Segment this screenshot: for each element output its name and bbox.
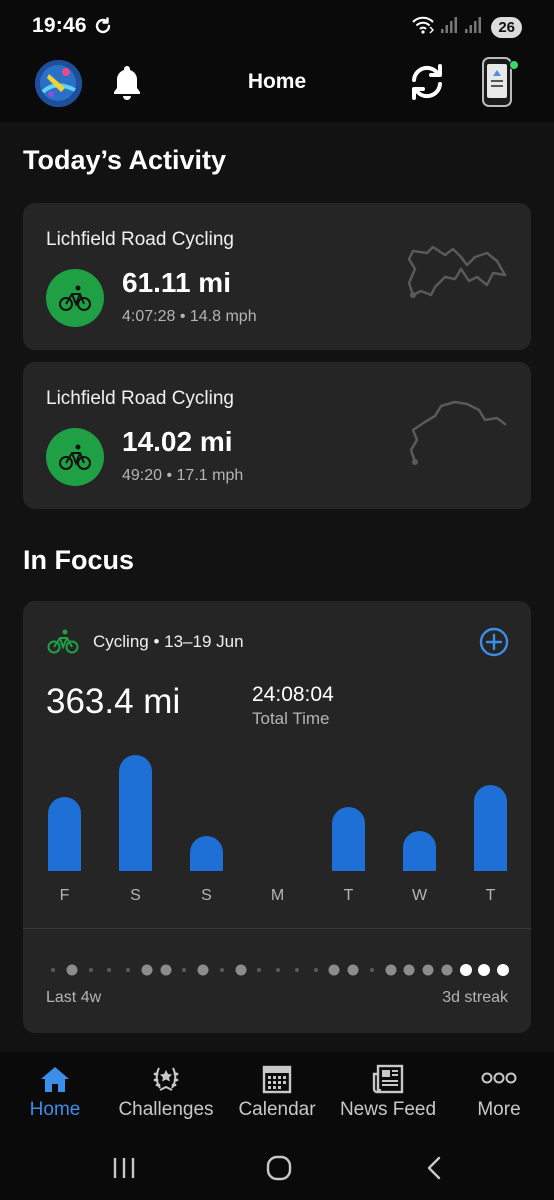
total-time-label: Total Time — [252, 709, 330, 728]
activity-card[interactable]: Lichfield Road Cycling 61.11 mi 4:07:28 … — [23, 203, 531, 350]
streak-dot — [403, 964, 415, 976]
streak-dot — [276, 968, 280, 972]
streak-dot — [126, 968, 130, 972]
day-label: S — [130, 887, 141, 904]
streak-dot — [219, 968, 224, 972]
route-map-icon — [405, 239, 509, 308]
streak-dot — [497, 964, 509, 976]
streak-dot — [459, 964, 472, 976]
streak-dot — [385, 964, 396, 976]
divider — [23, 928, 531, 929]
more-dots-icon — [444, 1064, 554, 1094]
streak-dot — [235, 964, 246, 976]
activity-distance: 14.02 mi — [122, 426, 233, 457]
add-icon[interactable] — [479, 627, 509, 662]
wifi-icon — [411, 15, 435, 40]
activity-distance: 61.11 mi — [122, 267, 231, 298]
streak-dot — [347, 964, 359, 976]
streak-dot — [51, 968, 55, 972]
cycling-icon — [46, 269, 104, 327]
back-icon[interactable] — [423, 1155, 445, 1186]
total-time: 24:08:04 — [252, 683, 334, 706]
activity-name: Lichfield Road Cycling — [46, 229, 234, 250]
focus-header: Cycling • 13–19 Jun — [93, 632, 244, 651]
sync-status-icon — [93, 16, 113, 41]
nav-challenges[interactable]: Challenges — [111, 1052, 221, 1135]
streak-dots — [43, 961, 513, 979]
streak-dot — [141, 964, 153, 976]
weekly-bar-chart — [23, 741, 531, 871]
in-focus-title: In Focus — [23, 545, 135, 575]
total-distance: 363.4 mi — [46, 682, 181, 721]
streak-dot — [294, 968, 299, 972]
page-title: Home — [247, 70, 307, 93]
recent-apps-icon[interactable] — [111, 1155, 137, 1186]
device-connected-indicator — [509, 60, 519, 70]
nav-news-feed[interactable]: News Feed — [333, 1052, 443, 1135]
app-header: Home — [0, 52, 554, 122]
streak-period-label: Last 4w — [46, 989, 102, 1006]
newspaper-icon — [333, 1064, 443, 1094]
streak-dot — [88, 968, 93, 972]
day-label: S — [201, 887, 212, 904]
nav-home[interactable]: Home — [0, 1052, 110, 1135]
streak-dot — [160, 964, 171, 976]
streak-dot — [197, 964, 209, 976]
streak-dot — [66, 964, 78, 976]
nav-label: More — [477, 1099, 521, 1120]
streak-label: 3d streak — [442, 989, 508, 1006]
bottom-nav: Home Challenges Calendar News Feed More — [0, 1052, 554, 1135]
signal-icon — [439, 15, 459, 40]
day-label: M — [270, 887, 285, 904]
chart-bar — [474, 785, 507, 871]
streak-dot — [107, 968, 112, 972]
battery-badge: 26 — [491, 17, 522, 38]
streak-dot — [441, 964, 453, 976]
chart-bar — [190, 836, 223, 871]
activity-meta: 4:07:28 • 14.8 mph — [122, 308, 257, 325]
sync-icon[interactable] — [406, 62, 448, 107]
activity-card[interactable]: Lichfield Road Cycling 14.02 mi 49:20 • … — [23, 362, 531, 509]
home-button-icon[interactable] — [265, 1155, 293, 1186]
chart-bar — [403, 831, 436, 871]
signal-icon-2 — [463, 15, 483, 40]
status-time: 19:46 — [32, 14, 87, 37]
cycling-icon — [46, 428, 104, 486]
nav-calendar[interactable]: Calendar — [222, 1052, 332, 1135]
streak-dot — [257, 968, 262, 972]
streak-dot — [422, 964, 434, 976]
home-icon — [0, 1064, 110, 1094]
activity-name: Lichfield Road Cycling — [46, 388, 234, 409]
streak-dot — [328, 964, 340, 976]
todays-activity-title: Today’s Activity — [23, 145, 227, 175]
day-label: W — [411, 887, 428, 904]
system-nav-bar — [0, 1135, 554, 1200]
streak-dot — [369, 968, 374, 972]
in-focus-card[interactable]: Cycling • 13–19 Jun 363.4 mi 24:08:04 To… — [23, 601, 531, 1033]
calendar-icon — [222, 1064, 332, 1094]
streak-dot — [182, 968, 187, 972]
day-label: T — [343, 887, 354, 904]
laurel-icon — [111, 1064, 221, 1094]
day-label: T — [485, 887, 496, 904]
chart-bar — [119, 755, 152, 871]
streak-dot — [478, 964, 491, 976]
chart-bar — [332, 807, 365, 871]
day-label: F — [59, 887, 70, 904]
nav-more[interactable]: More — [444, 1052, 554, 1135]
activity-meta: 49:20 • 17.1 mph — [122, 467, 244, 484]
route-map-icon — [405, 398, 509, 473]
cycling-icon — [47, 628, 79, 659]
chart-bar — [48, 797, 81, 871]
status-bar: 19:46 26 — [0, 0, 554, 52]
streak-dot — [313, 968, 318, 972]
